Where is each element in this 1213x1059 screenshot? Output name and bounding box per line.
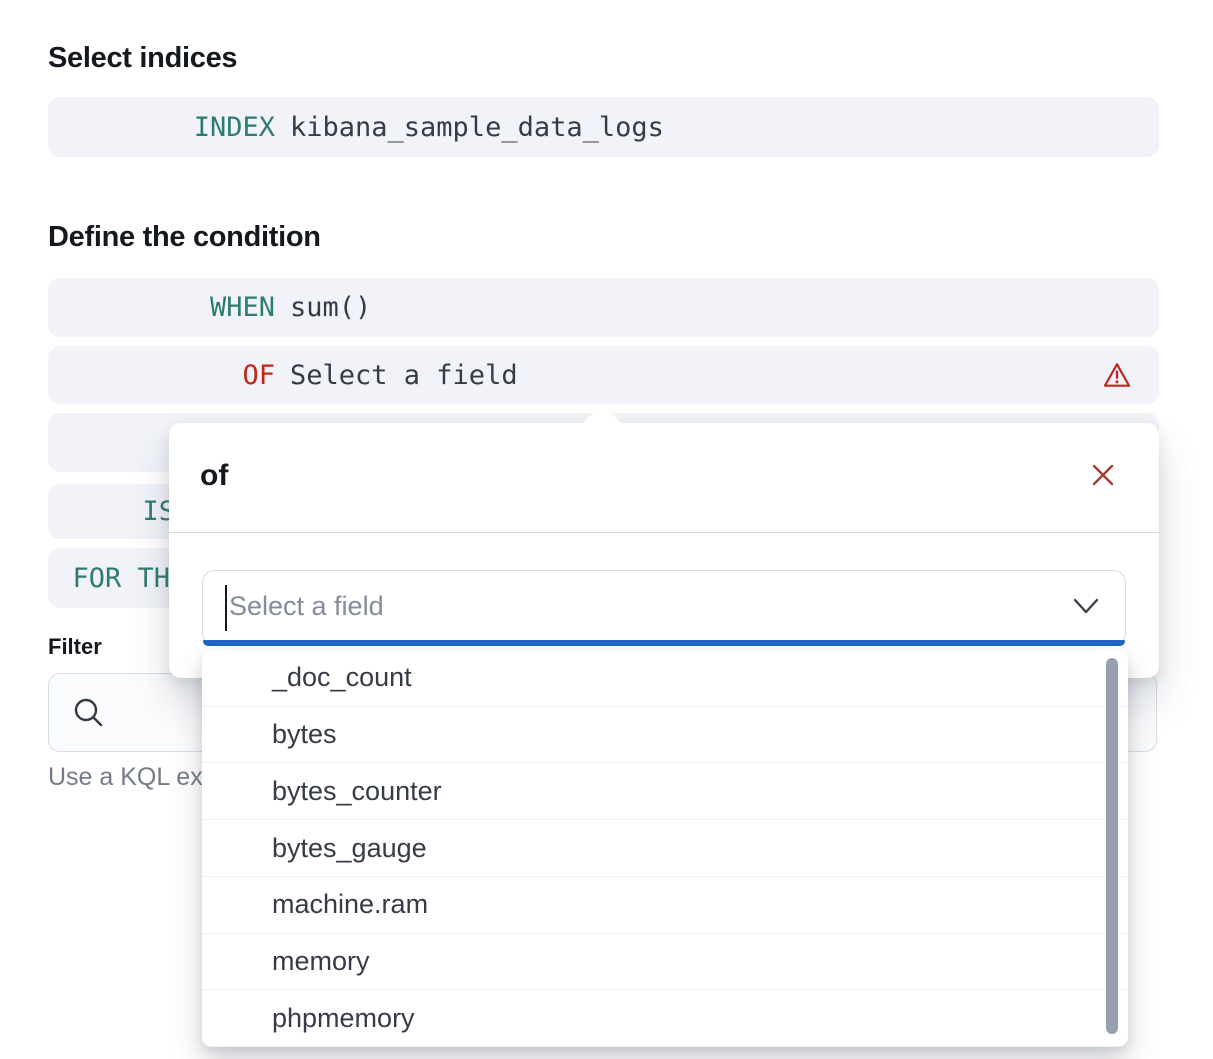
close-icon [1087, 459, 1119, 491]
of-keyword: OF [48, 360, 275, 391]
when-keyword: WHEN [48, 292, 275, 323]
is-keyword: IS [48, 496, 175, 527]
of-expression[interactable]: OF Select a field [48, 346, 1159, 404]
when-value: sum() [290, 292, 371, 323]
of-field-popover: of Select a field [169, 423, 1159, 678]
field-option-bytes[interactable]: bytes [202, 707, 1128, 764]
field-option-memory[interactable]: memory [202, 934, 1128, 991]
close-popover-button[interactable] [1087, 459, 1119, 491]
warning-icon [1103, 361, 1131, 389]
field-options-list: _doc_count bytes bytes_counter bytes_gau… [202, 650, 1128, 1047]
kql-help-text: Use a KQL ex [48, 763, 203, 792]
select-indices-heading: Select indices [48, 42, 237, 75]
for-the-last-keyword: FOR TH [48, 563, 170, 594]
text-cursor [225, 585, 227, 631]
define-condition-heading: Define the condition [48, 221, 321, 254]
index-keyword: INDEX [48, 112, 275, 143]
chevron-down-icon[interactable] [1071, 594, 1101, 618]
popover-header: of [169, 423, 1159, 533]
field-combobox-placeholder: Select a field [229, 571, 384, 641]
filter-label: Filter [48, 634, 102, 660]
field-option-bytes-gauge[interactable]: bytes_gauge [202, 820, 1128, 877]
field-option-machine-ram[interactable]: machine.ram [202, 877, 1128, 934]
field-option-doc-count[interactable]: _doc_count [202, 650, 1128, 707]
scrollbar-thumb[interactable] [1106, 658, 1118, 1034]
index-value: kibana_sample_data_logs [290, 112, 664, 143]
of-value: Select a field [290, 360, 518, 391]
index-expression[interactable]: INDEX kibana_sample_data_logs [48, 97, 1159, 157]
when-expression[interactable]: WHEN sum() [48, 278, 1159, 337]
field-option-bytes-counter[interactable]: bytes_counter [202, 763, 1128, 820]
search-icon [71, 695, 107, 731]
field-option-phpmemory[interactable]: phpmemory [202, 990, 1128, 1047]
field-combobox[interactable]: Select a field [202, 570, 1126, 646]
popover-title: of [200, 459, 228, 493]
rule-condition-page: Select indices INDEX kibana_sample_data_… [0, 0, 1213, 1059]
